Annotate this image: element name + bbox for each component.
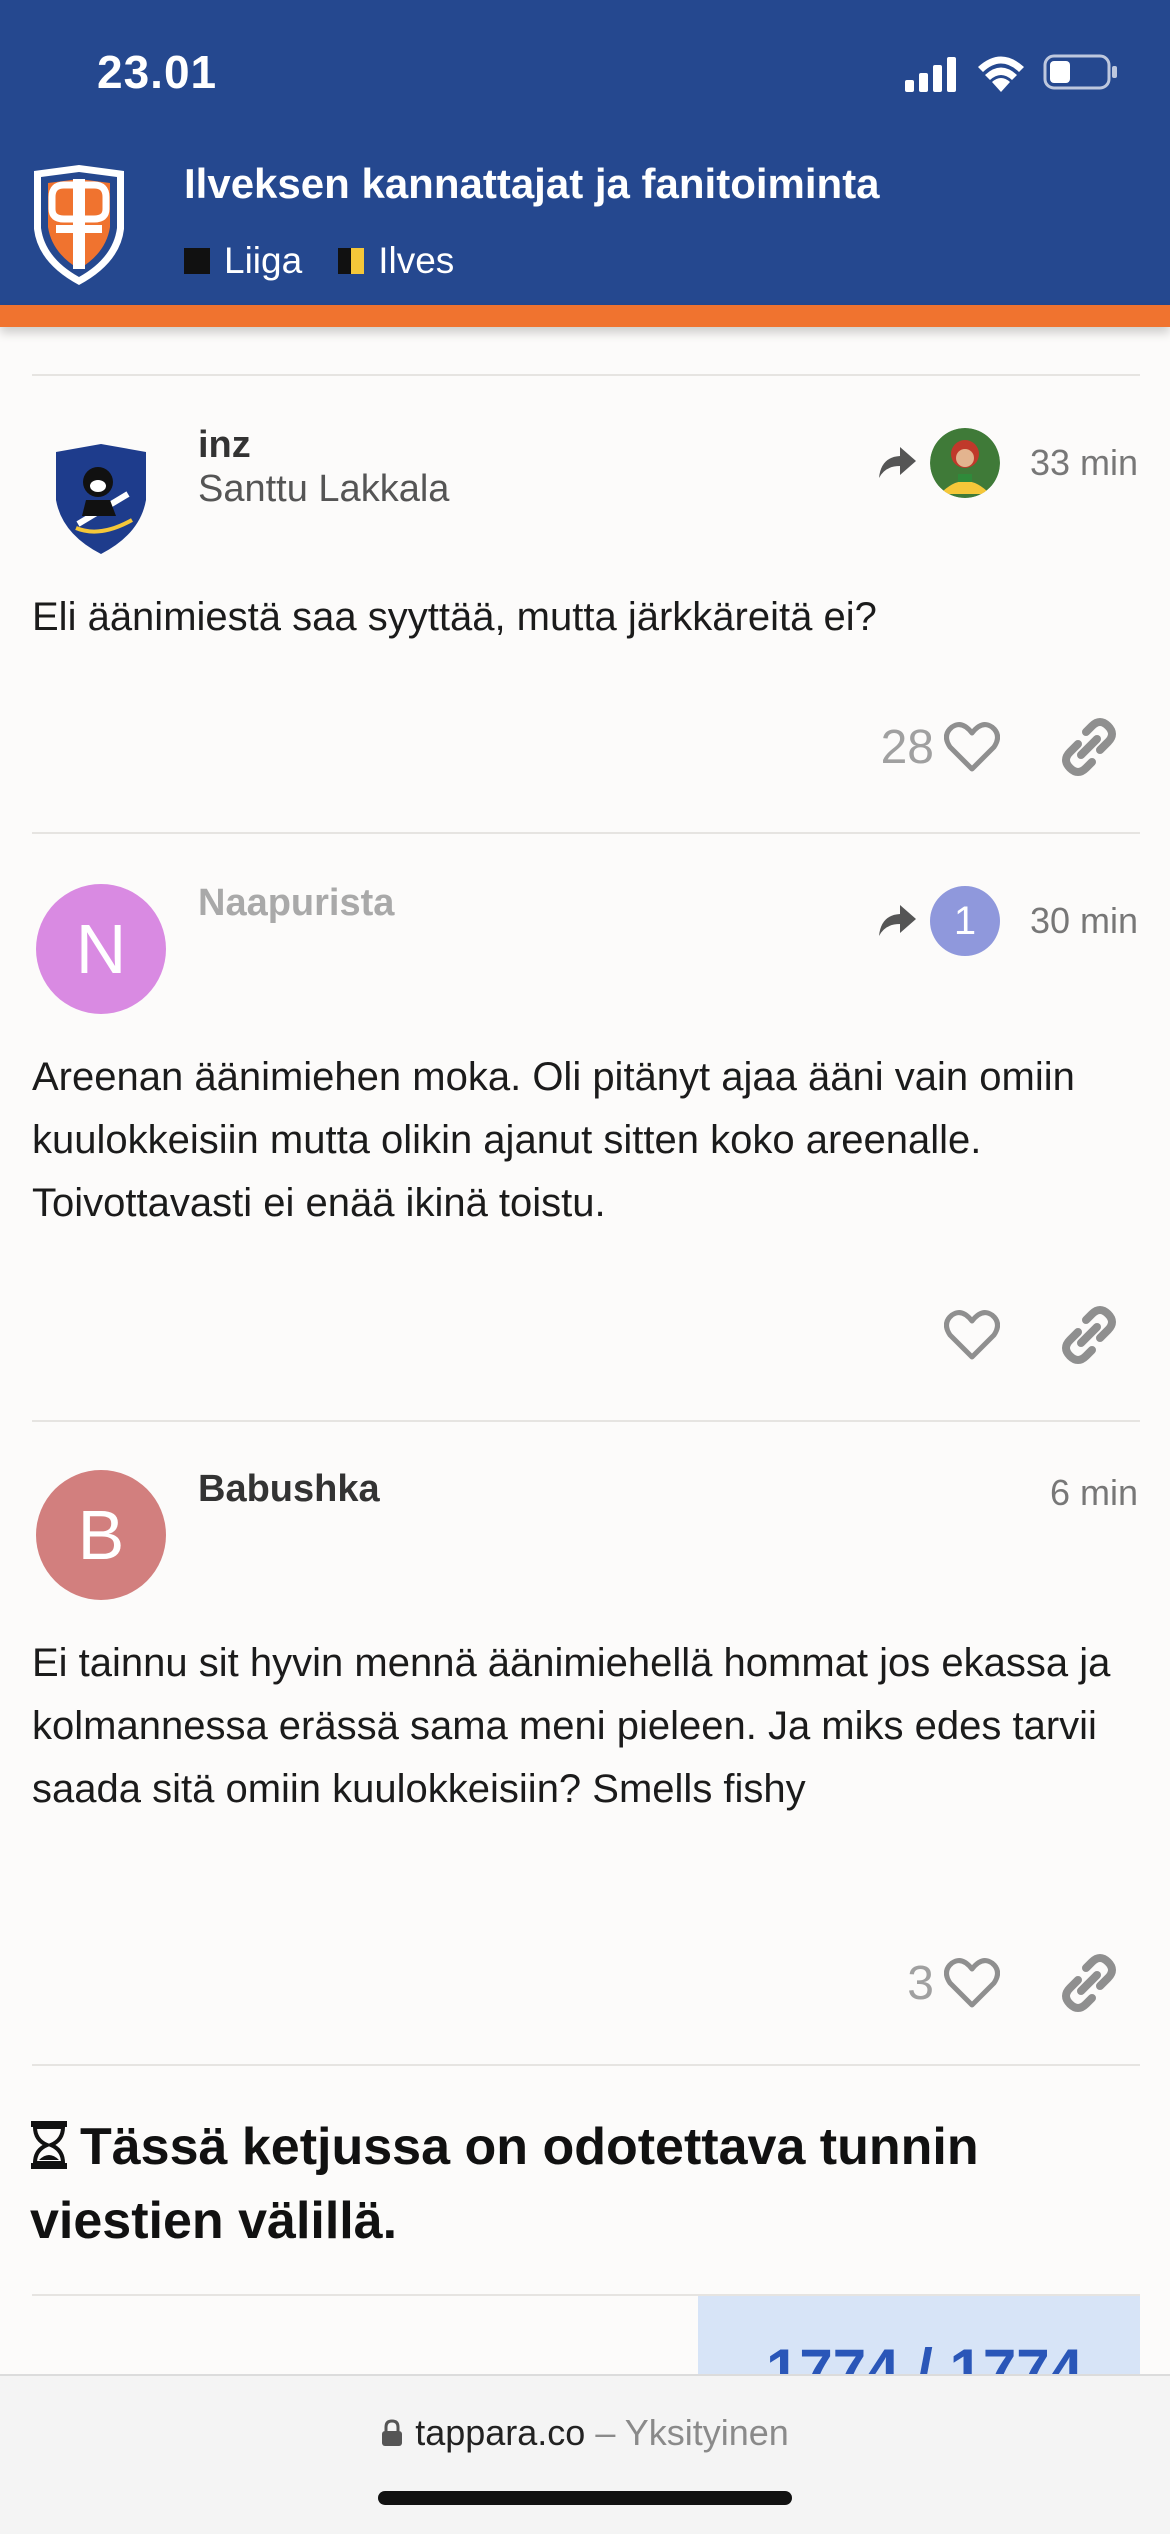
post-time[interactable]: 30 min xyxy=(1030,900,1138,942)
post-actions: 3 xyxy=(907,1954,1138,2012)
like-heart-icon[interactable] xyxy=(944,1309,1000,1361)
avatar-inz[interactable] xyxy=(36,430,166,560)
post-body: Ei tainnu sit hyvin mennä äänimiehellä h… xyxy=(32,1641,1111,1811)
post-body: Areenan äänimiehen moka. Oli pitänyt aja… xyxy=(32,1055,1075,1225)
header-accent-stripe xyxy=(0,305,1170,327)
share-link-icon[interactable] xyxy=(1060,718,1118,776)
progress-counter: 1774 / 1774 xyxy=(766,2337,1083,2376)
browser-address-bar[interactable]: tappara.co – Yksityinen xyxy=(0,2374,1170,2534)
like-heart-icon[interactable] xyxy=(944,1957,1000,2009)
tappara-logo xyxy=(34,165,124,285)
status-time: 23.01 xyxy=(97,46,218,98)
url-domain: tappara.co xyxy=(415,2412,586,2453)
like-count[interactable]: 3 xyxy=(907,1956,934,2011)
lock-icon xyxy=(382,2419,403,2446)
category-badge-ilves xyxy=(338,248,365,274)
post-username[interactable]: Babushka xyxy=(198,1468,380,1511)
post-time[interactable]: 33 min xyxy=(1030,442,1138,484)
post-meta: 6 min xyxy=(1050,1472,1138,1514)
category-label: Liiga xyxy=(224,240,303,281)
slow-mode-notice: Tässä ketjussa on odotettava tunnin vies… xyxy=(30,2110,1130,2258)
post-meta: 1 30 min xyxy=(876,886,1138,956)
post-divider xyxy=(32,2064,1140,2066)
post-babushka: B Babushka 6 min Ei tainnu sit hyvin men… xyxy=(0,1422,1170,2064)
url-separator: – xyxy=(595,2412,616,2453)
category-label: Ilves xyxy=(378,240,455,281)
slow-mode-text: Tässä ketjussa on odotettava tunnin vies… xyxy=(30,2118,979,2250)
post-meta: 33 min xyxy=(876,428,1138,498)
avatar-naapurista[interactable]: N xyxy=(36,884,166,1014)
post-actions xyxy=(944,1306,1138,1364)
like-heart-icon[interactable] xyxy=(944,721,1000,773)
reply-to-avatar[interactable]: 1 xyxy=(929,886,1000,956)
cellular-signal-icon xyxy=(905,57,956,92)
post-username[interactable]: inz xyxy=(198,424,251,467)
reply-to-avatar[interactable] xyxy=(929,428,1000,498)
category-breadcrumb: Liiga Ilves xyxy=(184,240,490,282)
topic-progress[interactable]: 1774 / 1774 xyxy=(698,2296,1140,2376)
post-body: Eli äänimiestä saa syyttää, mutta järkkä… xyxy=(32,595,877,639)
battery-icon xyxy=(1043,54,1117,90)
category-liiga[interactable]: Liiga xyxy=(184,240,302,282)
topic-header: 23.01 Ilveksen kannattajat ja fanitoimin… xyxy=(0,0,1170,305)
avatar-babushka[interactable]: B xyxy=(36,1470,166,1600)
hourglass-icon xyxy=(31,2121,67,2169)
share-link-icon[interactable] xyxy=(1060,1954,1118,2012)
reply-to-arrow-icon[interactable] xyxy=(876,445,918,481)
post-naapurista: N Naapurista 1 30 min Areenan äänimiehen… xyxy=(0,834,1170,1420)
home-indicator[interactable] xyxy=(378,2491,792,2505)
share-link-icon[interactable] xyxy=(1060,1306,1118,1364)
category-badge-liiga xyxy=(184,248,210,274)
post-inz: inz Santtu Lakkala 33 min Eli äänimiestä… xyxy=(0,376,1170,832)
post-time[interactable]: 6 min xyxy=(1050,1472,1138,1514)
wifi-icon xyxy=(978,56,1024,92)
like-count[interactable]: 28 xyxy=(881,720,934,775)
topic-title[interactable]: Ilveksen kannattajat ja fanitoiminta xyxy=(184,160,880,208)
private-mode-label: Yksityinen xyxy=(624,2412,789,2453)
reply-to-arrow-icon[interactable] xyxy=(876,903,918,939)
post-username[interactable]: Naapurista xyxy=(198,882,394,925)
url-display[interactable]: tappara.co – Yksityinen xyxy=(0,2412,1170,2454)
post-actions: 28 xyxy=(881,718,1138,776)
post-full-name: Santtu Lakkala xyxy=(198,468,450,510)
category-ilves[interactable]: Ilves xyxy=(338,240,454,282)
